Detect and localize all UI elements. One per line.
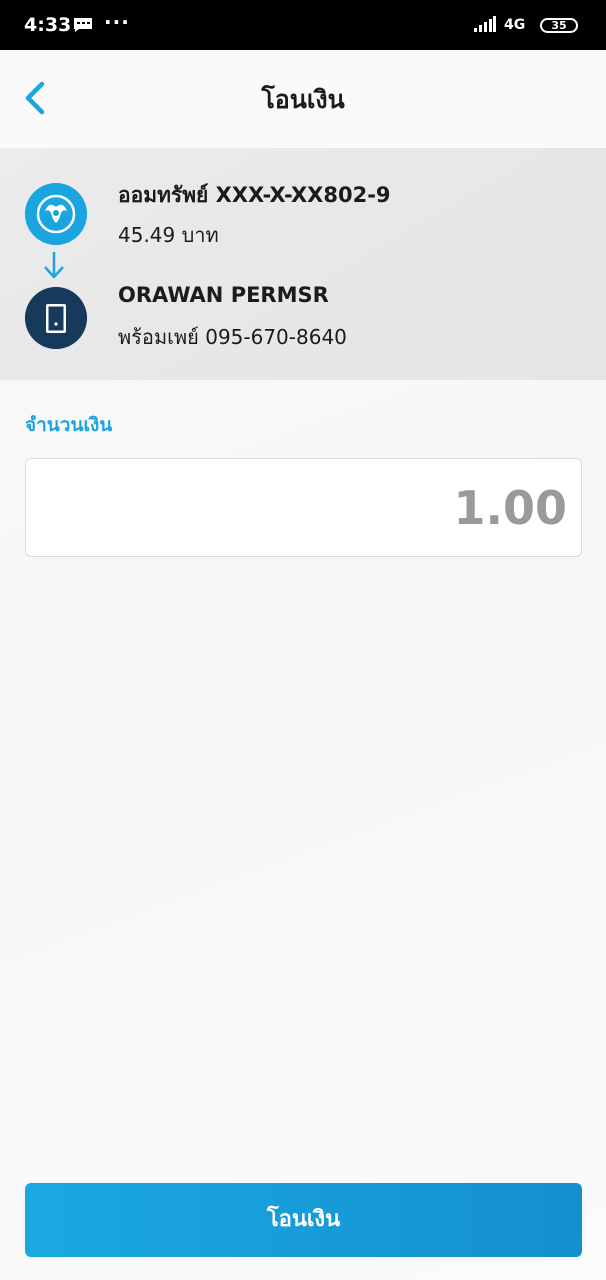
transfer-button[interactable]: โอนเงิน [25, 1183, 582, 1257]
screen: 4:33 ··· 4G 35 โอนเงิน ออมทรัพย์ XXX-X-X… [0, 0, 606, 1280]
bank-logo-icon [25, 183, 87, 245]
page-title: โอนเงิน [261, 85, 345, 114]
amount-field[interactable] [25, 458, 582, 557]
phone-icon [25, 287, 87, 349]
signal-icon [474, 16, 496, 32]
app-header: โอนเงิน [0, 50, 606, 148]
source-balance: 45.49 บาท [118, 223, 219, 247]
message-icon [74, 18, 92, 32]
status-bar: 4:33 ··· 4G 35 [0, 0, 606, 50]
battery-indicator: 35 [540, 18, 578, 33]
status-time: 4:33 [24, 14, 72, 36]
transfer-summary-card: ออมทรัพย์ XXX-X-XX802-9 45.49 บาท ORAWAN… [0, 148, 606, 380]
recipient-promptpay: พร้อมเพย์ 095-670-8640 [118, 325, 347, 349]
more-notifications-icon: ··· [104, 10, 130, 34]
recipient-name: ORAWAN PERMSR [118, 283, 329, 307]
source-account: ออมทรัพย์ XXX-X-XX802-9 [118, 183, 391, 207]
arrow-down-icon [44, 252, 64, 279]
network-type: 4G [504, 17, 526, 33]
amount-input[interactable] [167, 481, 567, 535]
amount-label: จำนวนเงิน [25, 414, 113, 436]
